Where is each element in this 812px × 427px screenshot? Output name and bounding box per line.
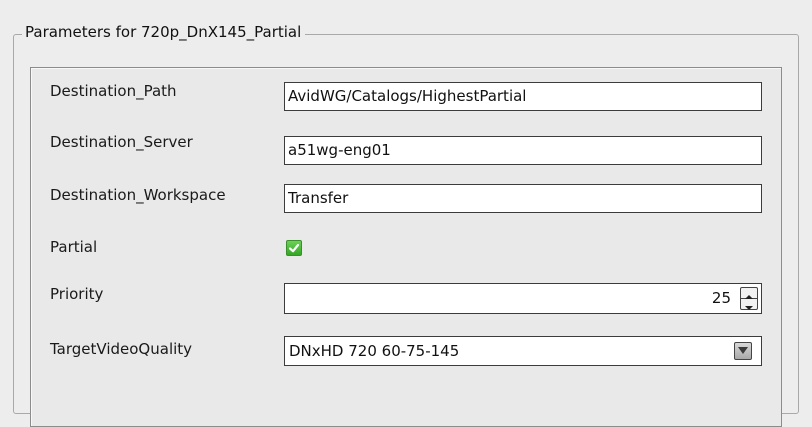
spin-down-button[interactable] [741,299,757,310]
dropdown-button[interactable] [734,342,752,360]
destination-path-input[interactable]: AvidWG/Catalogs/HighestPartial [284,82,762,111]
destination-path-label: Destination_Path [50,82,177,100]
partial-checkbox[interactable] [286,240,302,256]
priority-spinner[interactable]: 25 [284,283,762,314]
priority-value[interactable]: 25 [712,284,731,313]
partial-label: Partial [50,238,98,256]
destination-server-input[interactable]: a51wg-eng01 [284,136,762,165]
target-video-quality-label: TargetVideoQuality [50,340,193,358]
target-video-quality-select[interactable]: DNxHD 720 60-75-145 [284,336,762,366]
group-title: Parameters for 720p_DnX145_Partial [22,24,306,40]
spin-up-button[interactable] [741,288,757,299]
priority-label: Priority [50,285,104,303]
chevron-down-icon [738,347,748,354]
destination-workspace-label: Destination_Workspace [50,186,226,204]
target-video-quality-value: DNxHD 720 60-75-145 [289,342,460,360]
arrow-down-icon [745,306,753,310]
destination-workspace-input[interactable]: Transfer [284,184,762,213]
checkmark-icon [288,243,300,253]
parameters-panel [30,67,782,427]
destination-server-label: Destination_Server [50,133,193,151]
spinner-buttons [740,287,758,310]
